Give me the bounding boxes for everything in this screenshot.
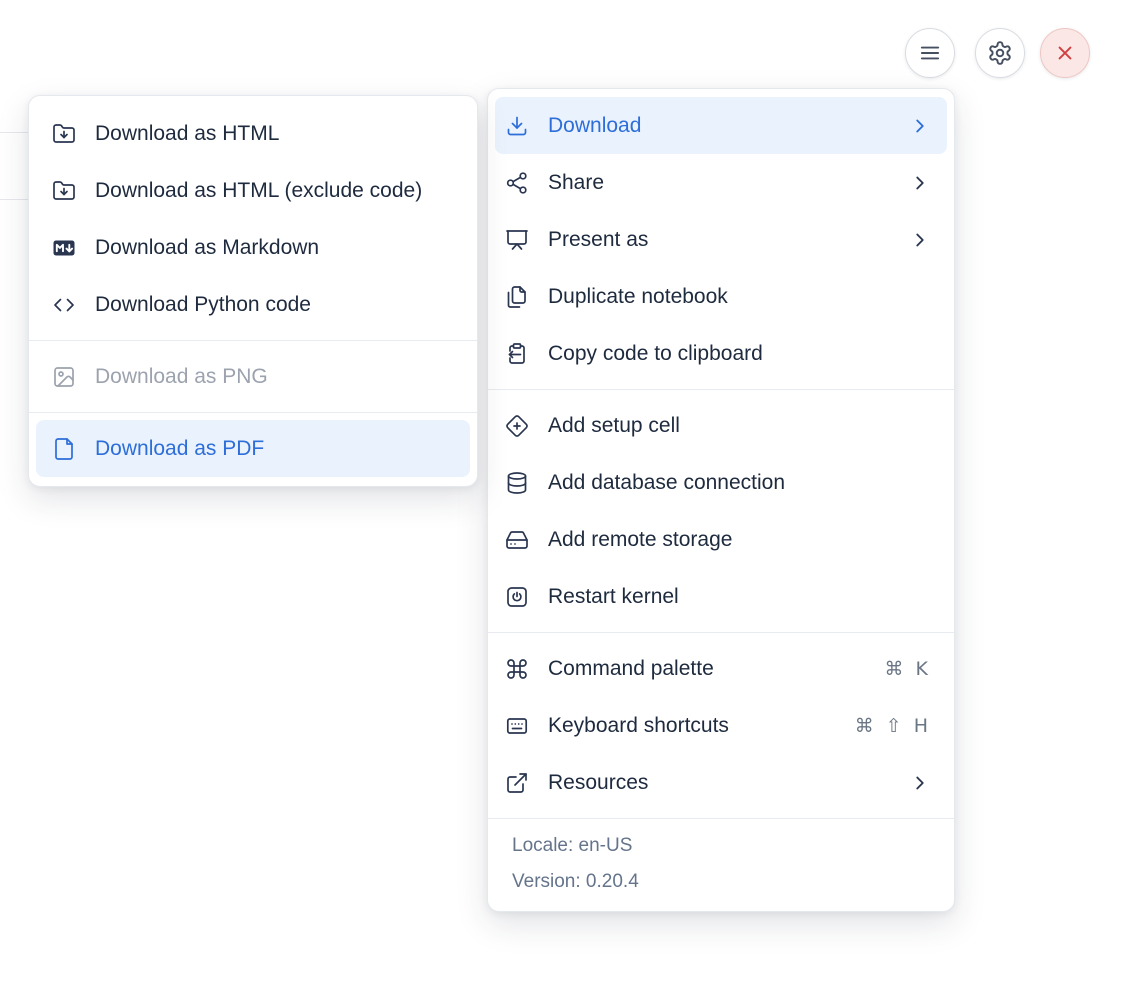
menu-item-label: Download xyxy=(548,113,642,137)
menu-item-copy-code-to-clipboard[interactable]: Copy code to clipboard xyxy=(495,325,947,382)
menu-item-label: Add database connection xyxy=(548,470,786,494)
hard-drive-icon xyxy=(506,530,528,549)
database-icon xyxy=(507,471,527,494)
menu-item-label: Download Python code xyxy=(95,292,311,316)
share-icon xyxy=(506,171,527,194)
image-icon xyxy=(54,366,74,387)
menu-separator xyxy=(488,632,954,633)
folder-down-icon xyxy=(53,180,75,200)
gear-icon xyxy=(989,41,1011,65)
menu-item-keyboard-shortcuts[interactable]: Keyboard shortcuts ⌘ ⇧ H xyxy=(495,697,947,754)
shortcut-badge: ⌘ K xyxy=(884,657,931,680)
folder-down-icon xyxy=(53,123,75,143)
menu-item-label: Download as HTML (exclude code) xyxy=(95,178,423,202)
menu-item-label: Copy code to clipboard xyxy=(548,341,763,365)
menu-item-label: Download as Markdown xyxy=(95,235,320,259)
clipboard-copy-icon xyxy=(508,342,525,364)
download-submenu: Download as HTML Download as HTML (exclu… xyxy=(28,95,478,487)
menu-item-label: Download as PNG xyxy=(95,364,268,388)
menu-item-download-as-html-exclude-code[interactable]: Download as HTML (exclude code) xyxy=(36,162,470,219)
diamond-plus-icon xyxy=(506,414,528,437)
menu-separator xyxy=(29,412,477,413)
menu-item-add-remote-storage[interactable]: Add remote storage xyxy=(495,511,947,568)
menu-item-label: Share xyxy=(548,170,605,194)
menu-item-label: Download as PDF xyxy=(95,436,265,460)
file-icon xyxy=(55,437,73,460)
menu-item-command-palette[interactable]: Command palette ⌘ K xyxy=(495,640,947,697)
settings-button[interactable] xyxy=(975,28,1025,78)
x-icon xyxy=(1058,46,1072,60)
page-edge-line xyxy=(0,199,29,200)
menu-item-label: Add setup cell xyxy=(548,413,680,437)
duplicate-icon xyxy=(507,285,526,308)
close-app-button[interactable] xyxy=(1040,28,1090,78)
menu-item-add-setup-cell[interactable]: Add setup cell xyxy=(495,397,947,454)
command-icon xyxy=(507,658,527,679)
chevron-right-icon xyxy=(916,776,924,789)
download-icon xyxy=(507,116,527,135)
keyboard-icon xyxy=(506,717,528,734)
chevron-right-icon xyxy=(916,233,924,246)
menu-item-label: Present as xyxy=(548,227,649,251)
locale-text: Locale: en-US xyxy=(512,835,633,856)
menu-item-label: Duplicate notebook xyxy=(548,284,728,308)
chevron-right-icon xyxy=(916,119,924,132)
menu-separator xyxy=(29,340,477,341)
external-link-icon xyxy=(507,772,527,793)
markdown-icon xyxy=(53,240,75,255)
power-icon xyxy=(507,586,527,607)
menu-item-label: Download as HTML xyxy=(95,121,280,145)
code-icon xyxy=(54,298,74,311)
menu-item-download-python-code[interactable]: Download Python code xyxy=(36,276,470,333)
menu-item-label: Resources xyxy=(548,770,649,794)
notebook-actions-menu: Download Share Present as Duplicate note… xyxy=(487,88,955,912)
presentation-icon xyxy=(506,229,528,250)
page-edge-line xyxy=(0,132,29,133)
menu-item-duplicate-notebook[interactable]: Duplicate notebook xyxy=(495,268,947,325)
menu-item-present-as[interactable]: Present as xyxy=(495,211,947,268)
menu-item-restart-kernel[interactable]: Restart kernel xyxy=(495,568,947,625)
notebook-menu-button[interactable] xyxy=(905,28,955,78)
menu-separator xyxy=(488,389,954,390)
chevron-right-icon xyxy=(916,176,924,189)
menu-item-download-as-markdown[interactable]: Download as Markdown xyxy=(36,219,470,276)
menu-item-download[interactable]: Download xyxy=(495,97,947,154)
menu-item-download-as-png: Download as PNG xyxy=(36,348,470,405)
menu-item-label: Keyboard shortcuts xyxy=(548,713,729,737)
shortcut-badge: ⌘ ⇧ H xyxy=(854,714,931,737)
menu-item-add-database-connection[interactable]: Add database connection xyxy=(495,454,947,511)
version-text: Version: 0.20.4 xyxy=(512,871,639,892)
menu-item-share[interactable]: Share xyxy=(495,154,947,211)
menu-item-label: Command palette xyxy=(548,656,714,680)
menu-item-label: Restart kernel xyxy=(548,584,679,608)
menu-footer: Locale: en-US Version: 0.20.4 xyxy=(488,818,954,911)
menu-item-download-as-pdf[interactable]: Download as PDF xyxy=(36,420,470,477)
hamburger-icon xyxy=(920,46,940,60)
menu-item-resources[interactable]: Resources xyxy=(495,754,947,811)
menu-item-download-as-html[interactable]: Download as HTML xyxy=(36,105,470,162)
menu-item-label: Add remote storage xyxy=(548,527,733,551)
